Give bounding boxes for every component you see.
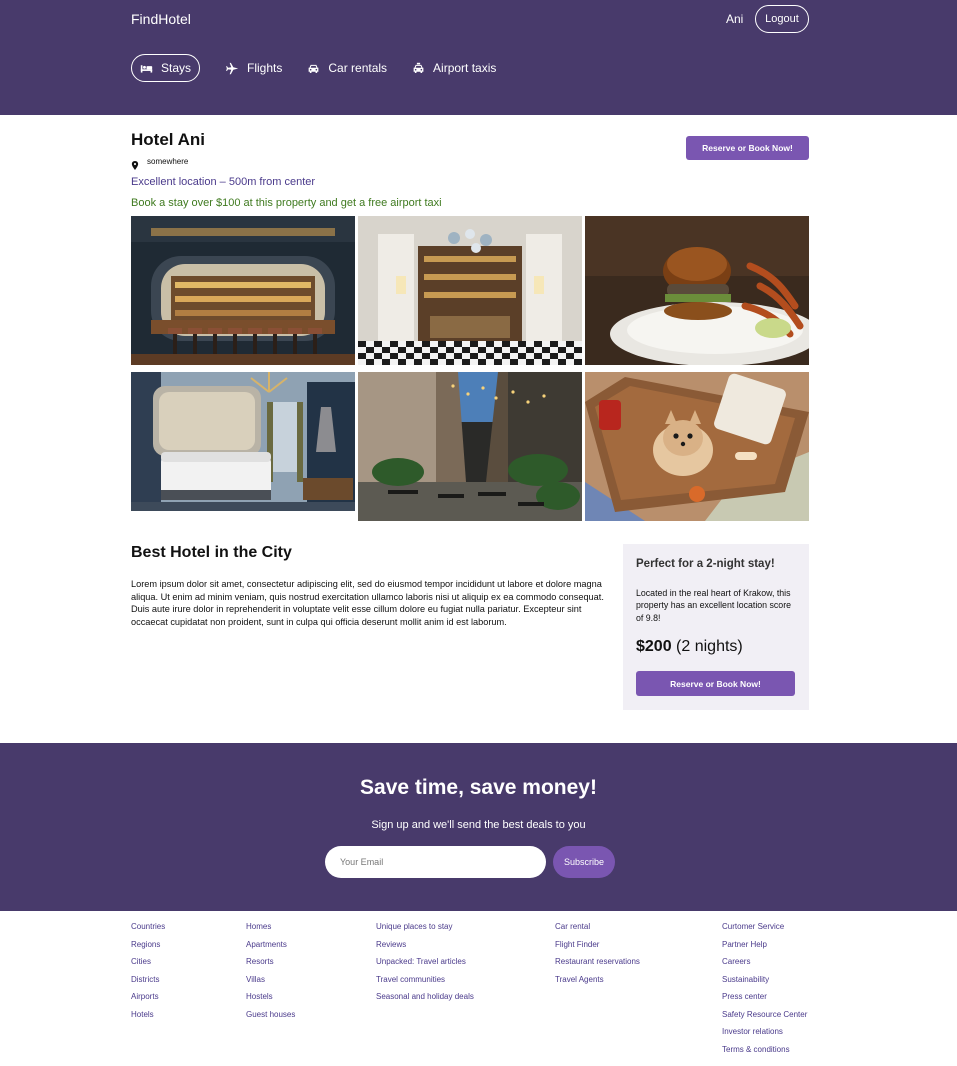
footer-link[interactable]: Car rental (555, 922, 640, 940)
reserve-button-card[interactable]: Reserve or Book Now! (636, 671, 795, 696)
footer-column-3: Unique places to stay Reviews Unpacked: … (376, 922, 474, 1010)
bar-photo[interactable] (131, 216, 355, 365)
section-title: Best Hotel in the City (131, 544, 292, 561)
taxi-icon (412, 62, 425, 75)
footer-link[interactable]: Seasonal and holiday deals (376, 992, 474, 1010)
reserve-button-top[interactable]: Reserve or Book Now! (686, 136, 809, 160)
bed-icon (140, 62, 153, 75)
logout-button[interactable]: Logout (755, 5, 809, 33)
newsletter-title: Save time, save money! (360, 776, 597, 799)
footer-link[interactable]: Villas (246, 975, 295, 993)
top-header: FindHotel Ani Logout Stays Flights Car r… (0, 0, 957, 115)
subscribe-button[interactable]: Subscribe (553, 846, 615, 878)
location-pin-icon (131, 157, 139, 170)
footer-link[interactable]: Regions (131, 940, 165, 958)
footer-link[interactable]: Travel Agents (555, 975, 640, 993)
location-note: Excellent location – 500m from center (131, 176, 316, 188)
car-icon (307, 62, 320, 75)
footer-link[interactable]: Cities (131, 957, 165, 975)
footer-link[interactable]: Guest houses (246, 1010, 295, 1028)
nav-airport-taxis[interactable]: Airport taxis (412, 54, 496, 82)
hotel-description: Lorem ipsum dolor sit amet, consectetur … (131, 579, 604, 627)
footer-column-2: Homes Apartments Resorts Villas Hostels … (246, 922, 295, 1027)
nav-label-airport-taxis: Airport taxis (433, 61, 497, 75)
plane-icon (226, 62, 239, 75)
main-nav: Stays Flights Car rentals Airport taxis (131, 54, 521, 82)
newsletter-subtitle: Sign up and we'll send the best deals to… (371, 819, 586, 831)
footer-link[interactable]: Apartments (246, 940, 295, 958)
footer-link[interactable]: Travel communities (376, 975, 474, 993)
card-title: Perfect for a 2-night stay! (636, 558, 775, 570)
footer-column-4: Car rental Flight Finder Restaurant rese… (555, 922, 640, 992)
footer-link[interactable]: Countries (131, 922, 165, 940)
footer-column-5: Curtomer Service Partner Help Careers Su… (722, 922, 807, 1062)
footer-link[interactable]: Hostels (246, 992, 295, 1010)
footer-link[interactable]: Restaurant reservations (555, 957, 640, 975)
burger-photo[interactable] (585, 216, 809, 365)
footer-link[interactable]: Sustainability (722, 975, 807, 993)
price-nights: (2 nights) (676, 638, 743, 655)
hotel-location: somewhere (147, 157, 189, 166)
footer-link[interactable]: Flight Finder (555, 940, 640, 958)
hotel-name: Hotel Ani (131, 130, 205, 149)
nav-label-car-rentals: Car rentals (328, 61, 388, 75)
nav-stays[interactable]: Stays (131, 54, 201, 82)
brand-logo[interactable]: FindHotel (131, 11, 191, 27)
card-text: Located in the real heart of Krakow, thi… (636, 588, 792, 623)
bedroom-photo[interactable] (131, 372, 355, 511)
email-input[interactable] (325, 846, 546, 878)
footer-link[interactable]: Partner Help (722, 940, 807, 958)
footer-link[interactable]: Resorts (246, 957, 295, 975)
nav-label-stays: Stays (161, 61, 192, 75)
price: $200 (2 nights) (636, 638, 743, 656)
nav-label-flights: Flights (247, 61, 283, 75)
dog-photo[interactable] (585, 372, 809, 521)
footer-link[interactable]: Homes (246, 922, 295, 940)
nav-flights[interactable]: Flights (226, 54, 282, 82)
newsletter-section: Save time, save money! Sign up and we'll… (0, 743, 957, 911)
footer-link[interactable]: Safety Resource Center (722, 1010, 807, 1028)
footer-link[interactable]: Districts (131, 975, 165, 993)
user-name[interactable]: Ani (726, 12, 743, 26)
footer-link[interactable]: Press center (722, 992, 807, 1010)
lobby-photo[interactable] (358, 216, 582, 365)
footer-link[interactable]: Unique places to stay (376, 922, 474, 940)
footer-link[interactable]: Terms & conditions (722, 1045, 807, 1063)
footer-link[interactable]: Hotels (131, 1010, 165, 1028)
footer-column-1: Countries Regions Cities Districts Airpo… (131, 922, 165, 1027)
footer-link[interactable]: Airports (131, 992, 165, 1010)
footer-link[interactable]: Unpacked: Travel articles (376, 957, 474, 975)
footer-link[interactable]: Reviews (376, 940, 474, 958)
nav-car-rentals[interactable]: Car rentals (307, 54, 387, 82)
courtyard-photo[interactable] (358, 372, 582, 521)
price-amount: $200 (636, 638, 672, 655)
footer-link[interactable]: Investor relations (722, 1027, 807, 1045)
footer-link[interactable]: Curtomer Service (722, 922, 807, 940)
booking-card: Perfect for a 2-night stay! Located in t… (623, 544, 809, 710)
footer-link[interactable]: Careers (722, 957, 807, 975)
promo-text: Book a stay over $100 at this property a… (131, 197, 442, 209)
